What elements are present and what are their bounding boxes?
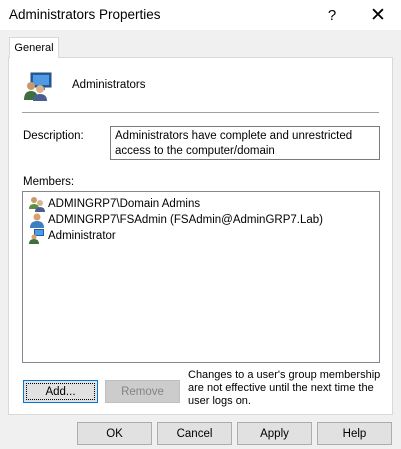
group-icon [29,197,45,212]
list-item[interactable]: ADMINGRP7\FSAdmin (FSAdmin@AdminGRP7.Lab… [29,212,323,228]
members-list[interactable]: ADMINGRP7\Domain Admins ADMINGRP7\FSAdmi… [22,191,380,363]
group-name: Administrators [72,79,146,91]
user-computer-icon [29,229,44,244]
description-field[interactable]: Administrators have complete and unrestr… [110,126,380,160]
members-label: Members: [23,176,75,188]
add-button[interactable]: Add... [23,380,98,403]
cancel-button[interactable]: Cancel [157,422,232,445]
description-label: Description: [23,130,84,142]
window-title: Administrators Properties [9,7,161,22]
remove-button[interactable]: Remove [105,380,180,403]
list-item[interactable]: ADMINGRP7\Domain Admins [29,196,200,212]
separator [22,112,379,113]
membership-note: Changes to a user's group membership are… [188,369,381,407]
member-name: ADMINGRP7\Domain Admins [48,198,201,210]
group-computer-icon [24,72,52,101]
ok-button[interactable]: OK [77,422,152,445]
member-name: ADMINGRP7\FSAdmin (FSAdmin@AdminGRP7.Lab… [48,214,323,226]
help-button[interactable]: Help [317,422,392,445]
apply-button[interactable]: Apply [237,422,312,445]
help-icon[interactable]: ? [310,0,354,30]
member-name: Administrator [48,230,116,242]
list-item[interactable]: Administrator [29,228,116,244]
user-icon [30,213,44,228]
tab-general[interactable]: General [9,37,59,58]
close-icon[interactable]: ✕ [356,0,400,30]
title-bar: Administrators Properties ? ✕ [0,0,401,30]
